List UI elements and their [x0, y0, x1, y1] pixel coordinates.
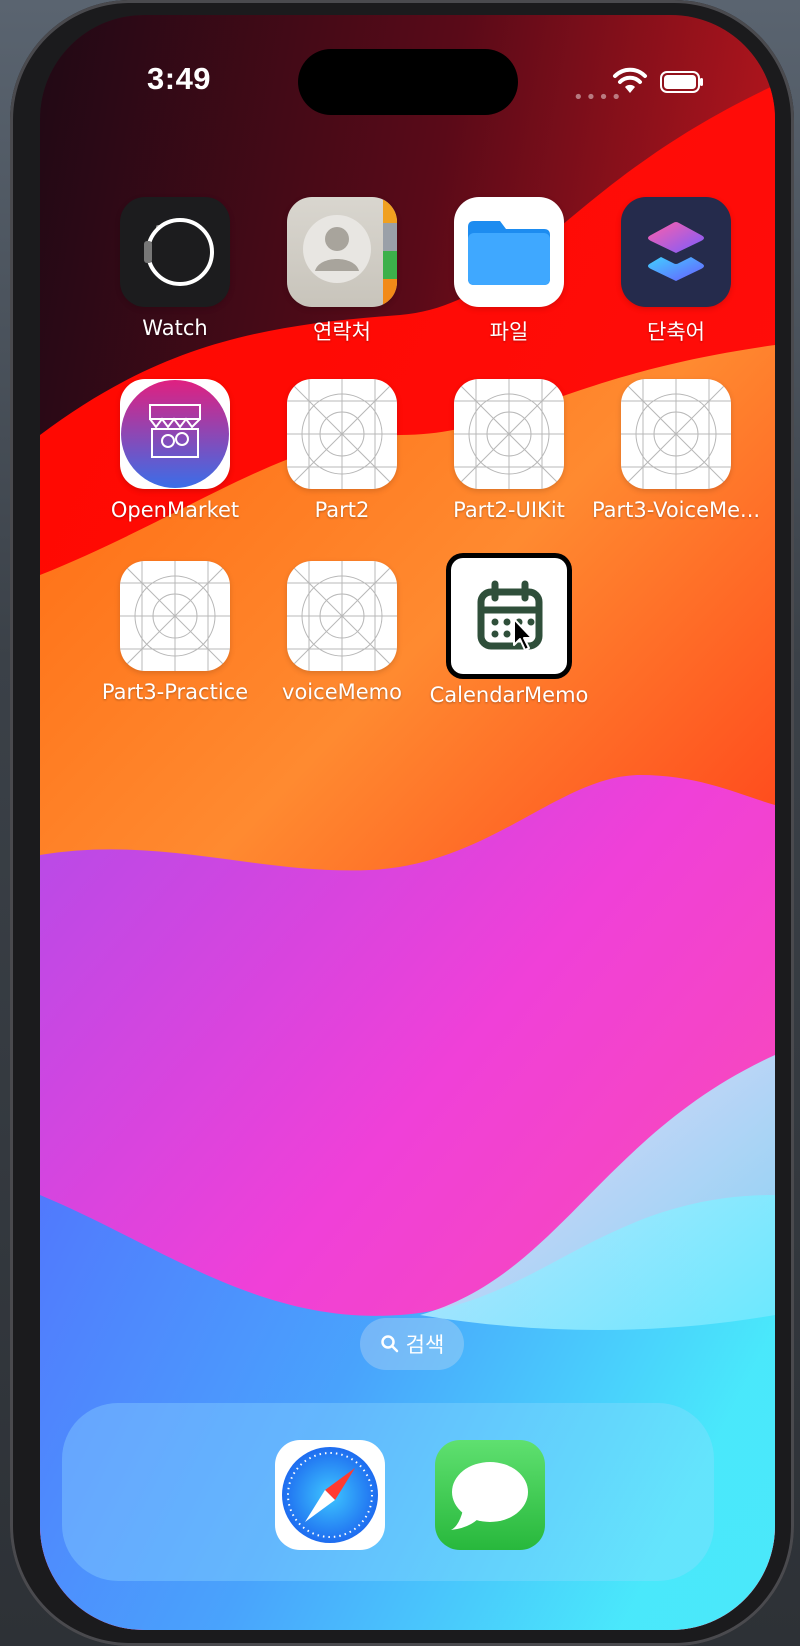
- safari-icon: [282, 1447, 378, 1543]
- app-label: 연락처: [313, 320, 371, 344]
- app-voicememo[interactable]: voiceMemo: [257, 561, 427, 704]
- app-label: 단축어: [647, 320, 705, 344]
- dock: [62, 1403, 714, 1581]
- battery-icon: [660, 71, 703, 93]
- files-icon: [454, 197, 564, 307]
- messages-icon: [451, 1462, 528, 1530]
- app-part3-practice[interactable]: Part3-Practice: [90, 561, 260, 704]
- app-contacts[interactable]: 연락처: [257, 197, 427, 346]
- search-label: 검색: [405, 1333, 445, 1357]
- app-watch[interactable]: Watch: [90, 197, 260, 340]
- app-label: Part3-VoiceMe...: [591, 498, 761, 522]
- app-shortcuts[interactable]: 단축어: [591, 197, 761, 346]
- placeholder-app-icon: [120, 561, 230, 671]
- app-label: OpenMarket: [110, 498, 240, 522]
- mouse-cursor-icon: [513, 618, 533, 651]
- app-calendarmemo[interactable]: CalendarMemo: [424, 558, 594, 707]
- placeholder-app-icon: [621, 379, 731, 489]
- placeholder-app-icon: [454, 379, 564, 489]
- app-part2-uikit[interactable]: Part2-UIKit: [424, 379, 594, 522]
- app-label: CalendarMemo: [429, 683, 589, 707]
- app-label: Part3-Practice: [101, 680, 249, 704]
- app-part2[interactable]: Part2: [257, 379, 427, 522]
- shortcuts-icon: [621, 197, 731, 307]
- placeholder-app-icon: [287, 379, 397, 489]
- app-part3-voicememo[interactable]: Part3-VoiceMe...: [591, 379, 761, 522]
- app-label: voiceMemo: [282, 680, 402, 704]
- dock-app-safari[interactable]: [275, 1440, 385, 1550]
- iphone-frame: 3:49 •••• Watch 연락처 파일 단축어 OpenMarket Pa…: [10, 0, 794, 1646]
- dock-app-messages[interactable]: [435, 1440, 545, 1550]
- openmarket-icon: [120, 379, 230, 489]
- app-label: Watch: [142, 316, 208, 340]
- search-icon: [380, 1335, 398, 1353]
- contacts-icon: [287, 197, 397, 307]
- app-openmarket[interactable]: OpenMarket: [90, 379, 260, 522]
- search-button[interactable]: 검색: [360, 1318, 464, 1370]
- app-label: 파일: [489, 320, 529, 344]
- app-label: Part2-UIKit: [453, 498, 565, 522]
- status-time: 3:49: [147, 61, 212, 96]
- watch-icon: [120, 197, 230, 307]
- placeholder-app-icon: [287, 561, 397, 671]
- app-files[interactable]: 파일: [424, 197, 594, 346]
- calendar-icon: [451, 558, 567, 674]
- wifi-icon: [613, 67, 647, 93]
- home-screen: 3:49 •••• Watch 연락처 파일 단축어 OpenMarket Pa…: [40, 15, 775, 1630]
- dynamic-island: [298, 49, 518, 115]
- app-label: Part2: [314, 498, 370, 522]
